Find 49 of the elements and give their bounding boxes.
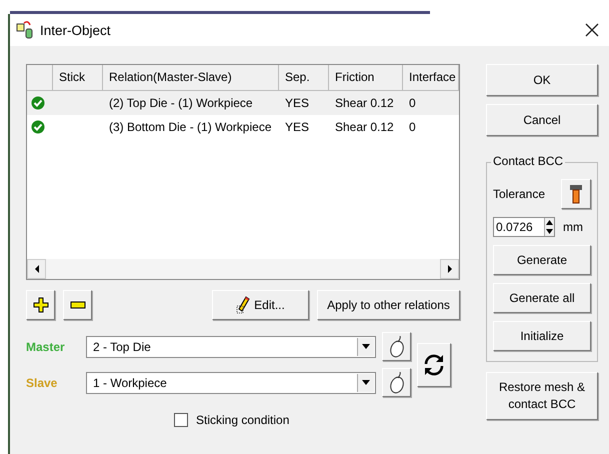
table-cell-text: 0 bbox=[408, 120, 416, 134]
table-row[interactable]: (3) Bottom Die - (1) Workpiece YES Shear 0.12 0 bbox=[27, 115, 459, 139]
tolerance-field[interactable]: 0.0726 bbox=[493, 217, 555, 237]
generate-button[interactable]: Initialize bbox=[493, 321, 591, 351]
pencil-icon bbox=[236, 296, 250, 314]
window-title: Inter-Object bbox=[40, 22, 112, 38]
plus-icon bbox=[32, 297, 48, 313]
restore-button[interactable]: Restore mesh & contact BCC bbox=[486, 372, 598, 420]
table-cell-text: Shear 0.12 bbox=[334, 96, 394, 110]
table-cell-text: (2) Top Die - (1) Workpiece bbox=[108, 96, 253, 110]
left-arrow-icon[interactable] bbox=[34, 265, 40, 273]
mouse-icon bbox=[388, 372, 404, 394]
mouse-button[interactable] bbox=[382, 368, 411, 397]
group-title: Contact BCC bbox=[491, 154, 566, 168]
generate-button[interactable]: Generate all bbox=[493, 283, 591, 313]
minus-icon bbox=[70, 301, 86, 309]
tool-button[interactable] bbox=[561, 179, 591, 209]
add-button[interactable] bbox=[26, 290, 55, 320]
generate-button[interactable]: Generate bbox=[493, 245, 591, 275]
mouse-icon bbox=[388, 336, 404, 358]
table-cell-text: Shear 0.12 bbox=[334, 120, 394, 134]
table-cell-text: 0 bbox=[408, 96, 416, 110]
remove-button[interactable] bbox=[63, 290, 92, 320]
master-label: Master bbox=[26, 340, 66, 354]
apply-button[interactable]: Apply to other relations bbox=[317, 290, 460, 320]
right-arrow-icon[interactable] bbox=[446, 265, 452, 273]
edit-button[interactable]: Edit... bbox=[212, 290, 309, 320]
hammer-icon bbox=[569, 184, 583, 204]
table-cell-text: YES bbox=[284, 96, 310, 110]
unit-label: mm bbox=[563, 220, 583, 234]
checkbox-label: Sticking condition bbox=[196, 413, 290, 427]
tolerance-label: Tolerance bbox=[493, 187, 546, 201]
slave-label: Slave bbox=[26, 376, 58, 390]
caret-icon bbox=[362, 380, 370, 385]
table-cell-text: YES bbox=[284, 120, 310, 134]
ok-button[interactable]: OK bbox=[486, 64, 598, 96]
cancel-button[interactable]: Cancel bbox=[486, 104, 598, 136]
horizontal-scrollbar[interactable] bbox=[27, 259, 459, 279]
caret-icon bbox=[362, 344, 370, 349]
spin-arrows-icon[interactable] bbox=[545, 218, 554, 236]
swap-button[interactable] bbox=[417, 342, 451, 386]
slave-dropdown[interactable]: 1 - Workpiece bbox=[86, 372, 376, 394]
sticking-checkbox[interactable] bbox=[174, 413, 188, 427]
table-cell-text: (3) Bottom Die - (1) Workpiece bbox=[108, 120, 272, 134]
mouse-button[interactable] bbox=[382, 332, 411, 361]
table-row[interactable]: (2) Top Die - (1) Workpiece YES Shear 0.12 0 bbox=[27, 91, 459, 115]
master-dropdown[interactable]: 2 - Top Die bbox=[86, 336, 376, 358]
close-icon[interactable] bbox=[585, 23, 599, 37]
refresh-icon bbox=[422, 352, 446, 376]
